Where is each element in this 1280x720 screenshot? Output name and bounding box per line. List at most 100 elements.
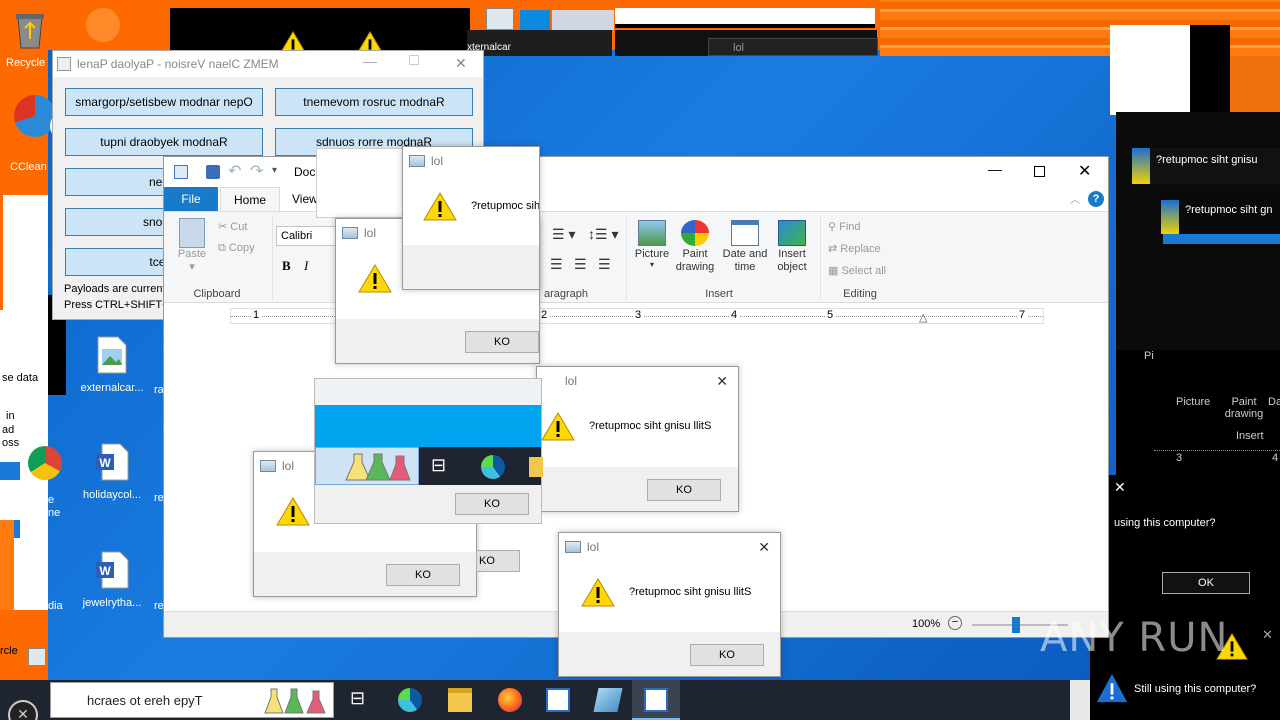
align-center-icon[interactable]: ☰ — [550, 256, 563, 273]
ok-button[interactable]: KO — [455, 493, 529, 515]
warning-icon — [541, 412, 575, 441]
alert-dialog-5: lol ✕ ?retupmoc siht gnisu llitS KO — [558, 532, 781, 677]
edge-icon[interactable] — [398, 688, 422, 712]
image-file-icon — [97, 336, 127, 374]
ok-button[interactable]: KO — [386, 564, 460, 586]
indent-marker[interactable]: △ — [919, 311, 927, 324]
paint-palette-icon — [681, 220, 709, 246]
edge-icon[interactable] — [481, 455, 505, 479]
close-icon[interactable]: ✕ — [758, 539, 770, 556]
glitch-top-window-title: lol — [708, 38, 878, 56]
cut-icon: ✂ — [218, 221, 228, 233]
customize-qat-icon[interactable]: ▾ — [272, 165, 277, 176]
anyrun-watermark: ANY RUN — [1040, 615, 1229, 661]
ok-button[interactable]: KO — [647, 479, 721, 501]
line-spacing-icon[interactable]: ↕☰ ▾ — [588, 226, 618, 243]
window-app-icon[interactable] — [546, 688, 570, 712]
tab-file[interactable]: File — [164, 187, 218, 211]
payload-note-1: Payloads are current — [64, 283, 166, 295]
search-box[interactable]: hcraes ot ereh epyT — [50, 682, 334, 718]
folder-icon[interactable] — [529, 457, 543, 477]
cut-button[interactable]: ✂ Cut — [218, 220, 247, 233]
glitch-right-dialog: ✕ using this computer? OK — [1108, 475, 1280, 605]
ok-button[interactable]: KO — [690, 644, 764, 666]
insert-paint-button[interactable]: Paint drawing — [672, 220, 718, 274]
ok-button-dark[interactable]: OK — [1162, 572, 1250, 594]
glitch-right-strip2: ?retupmoc siht gn — [1155, 190, 1280, 250]
notepad-icon[interactable] — [593, 688, 623, 712]
object-icon — [778, 220, 806, 246]
redo-icon[interactable]: ↷ — [250, 161, 263, 181]
help-icon[interactable]: ? — [1088, 191, 1104, 207]
warning-icon — [358, 264, 392, 293]
file-explorer-icon[interactable] — [448, 688, 472, 712]
ok-button[interactable]: KO — [465, 331, 539, 353]
glitch-top-block — [615, 8, 875, 28]
recycle-bin-icon[interactable]: Recycle — [0, 10, 60, 69]
replace-button[interactable]: ⇄ Replace — [828, 242, 881, 255]
desktop-icon-jewelrytha[interactable]: W jewelrytha... — [72, 550, 152, 609]
zoom-slider-thumb[interactable] — [1012, 617, 1020, 633]
info-triangle-icon — [1096, 673, 1128, 703]
ccleaner-icon[interactable]: CClean — [0, 95, 60, 173]
list-icon[interactable]: ☰ ▾ — [552, 226, 575, 243]
payload-button-open-random[interactable]: smargorp/setisbew modnar nepO — [65, 88, 263, 116]
window-icon — [342, 227, 358, 239]
insert-object-button[interactable]: Insert object — [770, 220, 814, 274]
copy-button[interactable]: ⧉ Copy — [218, 242, 255, 255]
glitch-right-ribbon: Pi Picture Paint drawing Da Insert 3 4 — [1116, 350, 1280, 475]
calendar-icon — [731, 220, 759, 246]
bold-button[interactable]: B — [282, 258, 291, 274]
binoculars-icon: ⚲ — [828, 221, 837, 233]
undo-icon[interactable]: ↶ — [228, 161, 241, 181]
picture-icon — [638, 220, 666, 246]
warning-icon — [276, 497, 310, 526]
close-icon[interactable]: ✕ — [716, 373, 728, 390]
ok-button-partial[interactable]: KO — [476, 550, 520, 572]
insert-datetime-button[interactable]: Date and time — [720, 220, 770, 274]
save-icon[interactable] — [206, 165, 220, 179]
start-button-fragment[interactable]: ✕ — [8, 700, 38, 720]
justify-icon[interactable]: ☰ — [574, 256, 587, 273]
font-family-select[interactable]: Calibri — [276, 226, 336, 246]
maximize-button[interactable] — [409, 55, 419, 65]
window-icon — [260, 460, 276, 472]
italic-button[interactable]: I — [304, 258, 308, 274]
left-fragment: in — [6, 410, 15, 422]
recycle-bin-icon — [16, 14, 44, 49]
flask-icon — [264, 688, 326, 714]
glitch-taskbar-strip: ⊟ — [315, 447, 543, 485]
payload-button-cursor-movement[interactable]: tnemevom rosruc modnaR — [275, 88, 473, 116]
replace-icon: ⇄ — [828, 243, 838, 255]
task-view-icon[interactable]: ⊟ — [350, 688, 365, 709]
task-view-icon[interactable]: ⊟ — [431, 455, 446, 476]
maximize-button[interactable] — [1034, 166, 1045, 177]
firefox-icon[interactable] — [498, 688, 522, 712]
paste-button[interactable]: Paste ▾ — [174, 218, 210, 273]
search-input[interactable]: hcraes ot ereh epyT — [87, 693, 203, 708]
clipboard-group-label: Clipboard — [193, 288, 241, 300]
collapse-ribbon-icon[interactable]: ︿ — [1070, 191, 1080, 206]
select-all-button[interactable]: ▦ Select all — [828, 264, 886, 277]
tab-home[interactable]: Home — [220, 187, 280, 212]
minimize-button[interactable]: — — [363, 53, 377, 69]
insert-picture-button[interactable]: Picture ▾ — [632, 220, 672, 269]
paragraph-icon[interactable]: ☰ — [598, 256, 611, 273]
left-fragment: ne — [48, 507, 61, 519]
desktop-icon-externalcar[interactable]: externalcar... — [72, 335, 152, 394]
alert-dialog-3: lol ✕ ?retupmoc siht gnisu llitS KO — [536, 366, 739, 512]
word-doc-icon: W — [96, 443, 129, 481]
left-fragment: e — [48, 494, 55, 506]
wordpad-taskbar-item[interactable] — [632, 680, 680, 720]
wordpad-app-icon — [174, 165, 188, 179]
find-button[interactable]: ⚲ Find — [828, 220, 861, 233]
payload-button-keyboard-input[interactable]: tupni draobyek modnaR — [65, 128, 263, 156]
minimize-button[interactable]: — — [988, 161, 1002, 177]
zoom-out-icon[interactable]: − — [948, 616, 962, 630]
desktop-icon-holidaycol[interactable]: W holidaycol... — [72, 442, 152, 501]
zoom-level: 100% — [912, 618, 941, 630]
document-title: Doc — [294, 165, 316, 179]
close-button[interactable]: ✕ — [455, 55, 467, 72]
taskbar-scroll — [1070, 680, 1090, 720]
close-button[interactable]: ✕ — [1078, 161, 1091, 181]
